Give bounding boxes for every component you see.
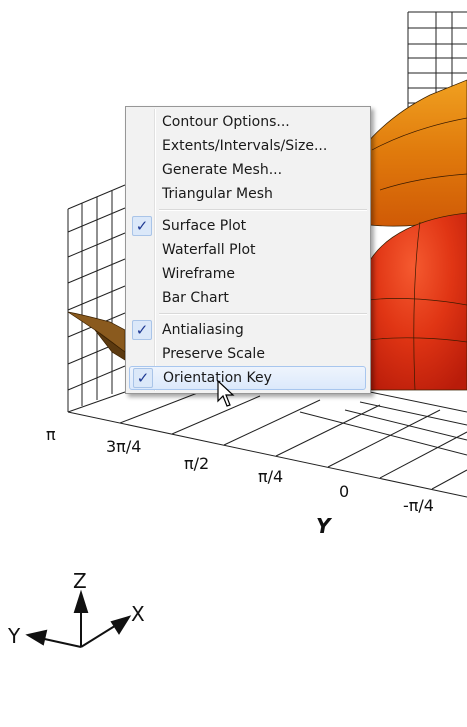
menu-item-label: Contour Options...	[162, 114, 290, 130]
menu-separator	[159, 209, 367, 211]
menu-item-waterfall-plot[interactable]: Waterfall Plot	[129, 239, 366, 261]
mouse-cursor-icon	[217, 380, 235, 407]
menu-item-preserve-scale[interactable]: Preserve Scale	[129, 343, 366, 365]
y-axis-title: Y	[316, 514, 331, 538]
left-wall-grid	[67, 184, 126, 412]
menu-item-surface-plot[interactable]: ✓ Surface Plot	[129, 215, 366, 237]
menu-item-label: Bar Chart	[162, 290, 229, 306]
checkmark-icon: ✓	[133, 368, 153, 388]
y-tick-label: 0	[339, 482, 350, 501]
menu-item-label: Wireframe	[162, 266, 236, 282]
y-tick-label: π/4	[258, 467, 284, 486]
menu-item-wireframe[interactable]: Wireframe	[129, 263, 366, 285]
y-tick-label: π/2	[184, 454, 210, 473]
menu-item-triangular-mesh[interactable]: Triangular Mesh	[129, 183, 366, 205]
menu-item-generate-mesh[interactable]: Generate Mesh...	[129, 159, 366, 181]
menu-item-label: Antialiasing	[162, 322, 244, 338]
menu-item-extents-intervals-size[interactable]: Extents/Intervals/Size...	[129, 135, 366, 157]
menu-item-contour-options[interactable]: Contour Options...	[129, 111, 366, 133]
menu-item-label: Preserve Scale	[162, 346, 265, 362]
menu-item-orientation-key[interactable]: ✓ Orientation Key	[129, 366, 366, 390]
orientation-key-z-label: Z	[73, 569, 87, 593]
orientation-key-x-label: X	[131, 602, 145, 626]
orientation-key-y-label: Y	[8, 624, 21, 648]
y-tick-label: π	[46, 425, 56, 444]
menu-item-label: Extents/Intervals/Size...	[162, 138, 328, 154]
checkmark-icon: ✓	[132, 216, 152, 236]
menu-item-antialiasing[interactable]: ✓ Antialiasing	[129, 319, 366, 341]
y-tick-label: 3π/4	[106, 437, 142, 456]
orientation-key	[25, 589, 132, 648]
menu-item-label: Triangular Mesh	[162, 186, 273, 202]
checkmark-icon: ✓	[132, 320, 152, 340]
menu-item-label: Generate Mesh...	[162, 162, 283, 178]
menu-item-label: Waterfall Plot	[162, 242, 256, 258]
menu-item-label: Surface Plot	[162, 218, 247, 234]
context-menu: Contour Options... Extents/Intervals/Siz…	[125, 106, 371, 394]
y-tick-label: -π/4	[403, 496, 434, 515]
menu-separator	[159, 313, 367, 315]
menu-item-bar-chart[interactable]: Bar Chart	[129, 287, 366, 309]
